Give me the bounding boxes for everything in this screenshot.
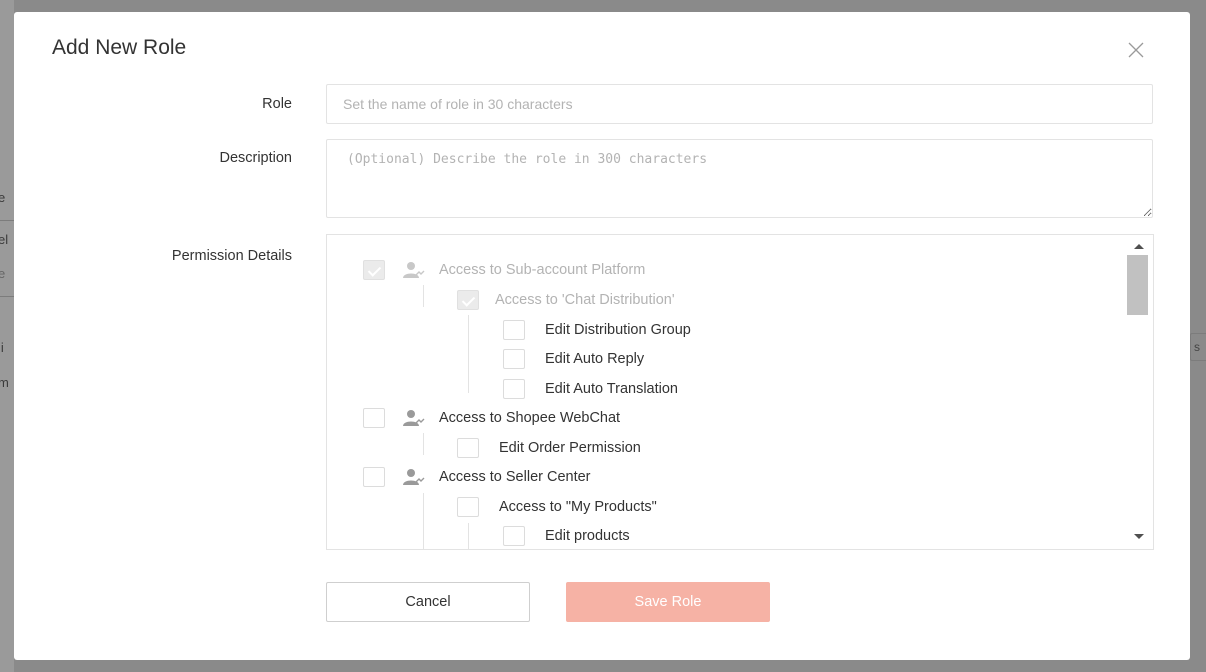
scroll-up-arrow-icon[interactable] xyxy=(1134,244,1144,249)
tree-connector xyxy=(468,315,469,393)
background-divider xyxy=(0,220,14,221)
description-field[interactable] xyxy=(326,139,1153,218)
permission-checkbox[interactable] xyxy=(457,290,479,310)
permission-label: Edit Distribution Group xyxy=(545,322,691,338)
permission-item: Access to 'Chat Distribution' xyxy=(457,289,675,311)
permission-checkbox[interactable] xyxy=(503,349,525,369)
tree-connector xyxy=(423,433,424,455)
scroll-down-arrow-icon[interactable] xyxy=(1134,534,1144,539)
permission-item: Edit Distribution Group xyxy=(503,319,691,341)
cancel-button[interactable]: Cancel xyxy=(326,582,530,622)
permission-label: Access to 'Chat Distribution' xyxy=(495,292,675,308)
permission-item: Access to Shopee WebChat xyxy=(363,407,620,429)
close-icon[interactable] xyxy=(1126,40,1146,60)
background-text: m xyxy=(0,375,9,390)
permission-item: Edit products xyxy=(503,525,630,547)
permission-checkbox[interactable] xyxy=(363,467,385,487)
permission-item: Access to Seller Center xyxy=(363,466,591,488)
role-input[interactable] xyxy=(326,84,1153,124)
background-text: e xyxy=(0,190,6,205)
permission-checkbox[interactable] xyxy=(457,438,479,458)
permission-label: Edit products xyxy=(545,528,630,544)
permission-checkbox[interactable] xyxy=(457,497,479,517)
permission-label: Edit Auto Translation xyxy=(545,381,678,397)
background-text: s xyxy=(1194,340,1200,354)
save-role-button[interactable]: Save Role xyxy=(566,582,770,622)
user-icon xyxy=(403,262,425,278)
background-text: li xyxy=(0,340,4,355)
user-icon xyxy=(403,469,425,485)
user-icon xyxy=(403,410,425,426)
add-role-modal: Add New Role Role Description Permission… xyxy=(14,12,1190,660)
background-button: s xyxy=(1190,333,1206,361)
permission-checkbox[interactable] xyxy=(503,379,525,399)
scrollbar-thumb[interactable] xyxy=(1127,255,1148,315)
description-label: Description xyxy=(219,150,292,166)
background-page xyxy=(0,0,14,672)
permission-details-label: Permission Details xyxy=(171,248,292,264)
permission-item: Edit Auto Translation xyxy=(503,378,678,400)
tree-connector xyxy=(423,285,424,307)
permission-label: Edit Auto Reply xyxy=(545,351,645,367)
permission-item: Access to "My Products" xyxy=(457,496,657,518)
tree-connector xyxy=(468,523,469,549)
background-divider xyxy=(0,296,14,297)
permission-item: Edit Order Permission xyxy=(457,437,641,459)
permission-label: Access to Seller Center xyxy=(439,469,591,485)
permission-checkbox[interactable] xyxy=(503,320,525,340)
permission-label: Edit Order Permission xyxy=(499,440,641,456)
permission-checkbox[interactable] xyxy=(503,526,525,546)
permission-tree: Access to Sub-account Platform Access to… xyxy=(326,234,1154,550)
role-label: Role xyxy=(262,96,292,112)
permission-item: Edit Auto Reply xyxy=(503,348,644,370)
modal-title: Add New Role xyxy=(52,36,187,59)
background-text: e xyxy=(0,266,6,281)
permission-label: Access to Sub-account Platform xyxy=(439,262,646,278)
permission-scrollbar[interactable] xyxy=(1126,235,1153,549)
permission-label: Access to "My Products" xyxy=(499,499,657,515)
tree-connector xyxy=(423,493,424,549)
background-text: el xyxy=(0,232,9,247)
permission-label: Access to Shopee WebChat xyxy=(439,410,621,426)
permission-checkbox[interactable] xyxy=(363,408,385,428)
permission-checkbox[interactable] xyxy=(363,260,385,280)
permission-item: Access to Sub-account Platform xyxy=(363,259,645,281)
